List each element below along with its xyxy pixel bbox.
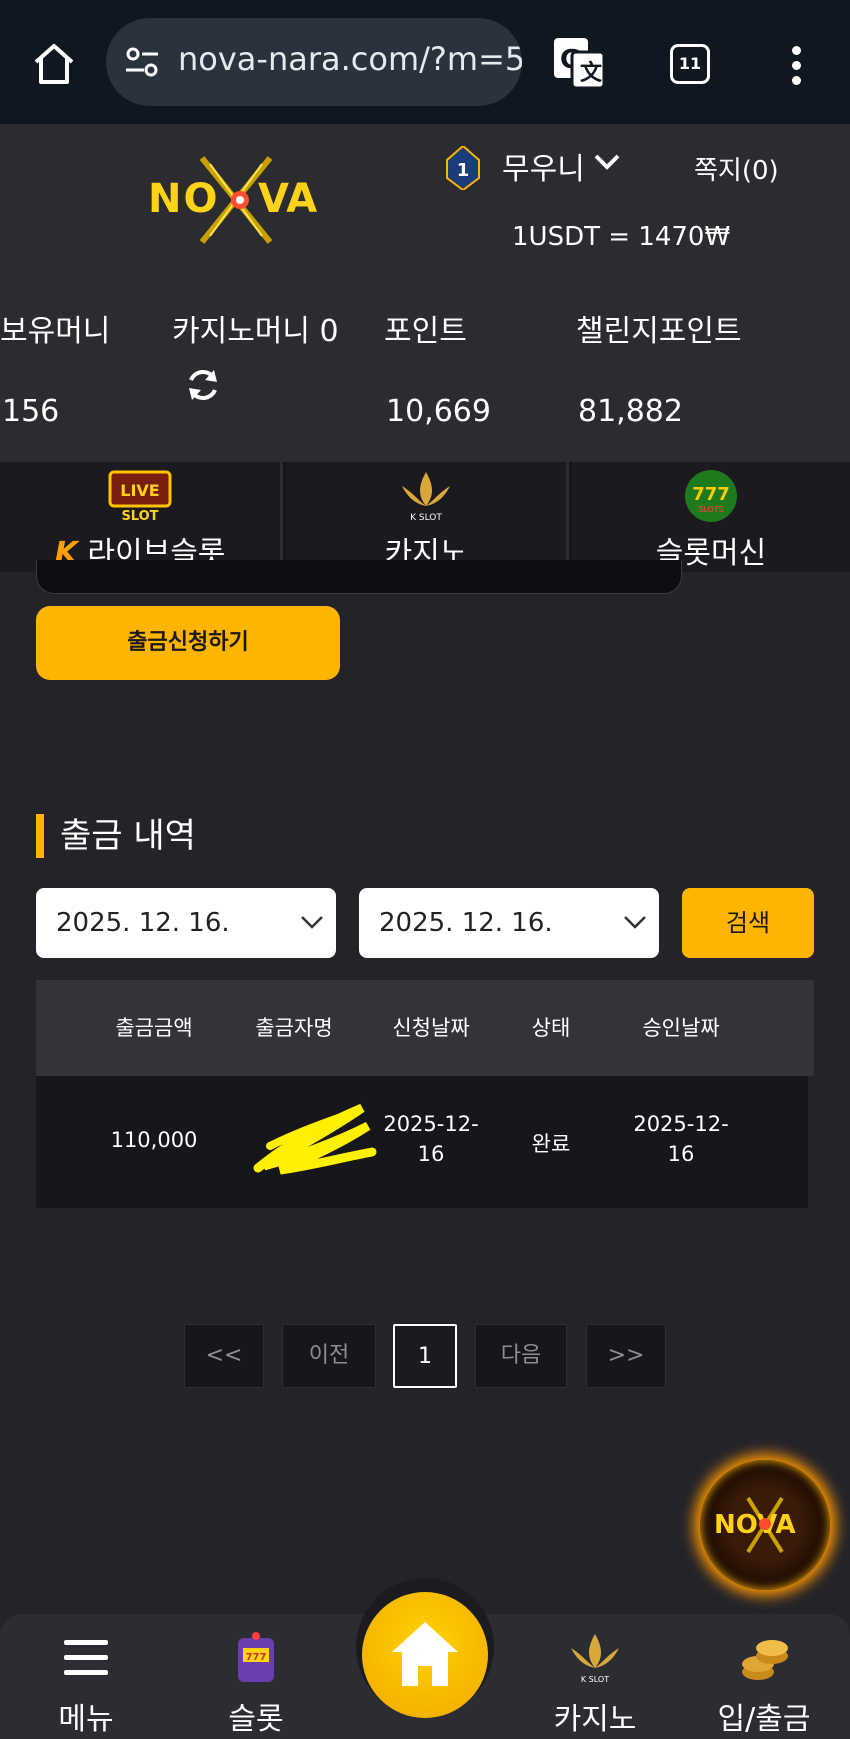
approve-date-line2: 16 [667, 1142, 695, 1166]
svg-text:K SLOT: K SLOT [410, 513, 442, 523]
username[interactable]: 무우니 [502, 144, 585, 188]
approve-date-line1: 2025-12- [633, 1112, 729, 1136]
column-header: 상태 [531, 1016, 571, 1040]
coins-icon [742, 1640, 788, 1680]
date-to-select[interactable]: 2025. 12. 16. [359, 888, 659, 958]
section-title: 출금 내역 [36, 812, 196, 860]
777-slots-icon: 777 SLOTS [685, 470, 737, 522]
svg-text:VA: VA [258, 176, 317, 222]
nav-deposit-withdraw[interactable]: 입/출금 [694, 1614, 834, 1739]
pagination-current[interactable]: 1 [393, 1324, 457, 1388]
nova-logo[interactable]: NO VA [140, 150, 330, 250]
home-icon[interactable] [30, 40, 78, 88]
point-value: 10,669 [386, 394, 491, 429]
tab-live-slot[interactable]: LIVE SLOT K 라이브슬롯 [0, 462, 283, 572]
column-header: 출금금액 [115, 1016, 193, 1040]
column-header: 승인날짜 [642, 1016, 720, 1040]
tab-casino[interactable]: K SLOT 카지노 [286, 462, 569, 572]
svg-text:NO: NO [148, 176, 219, 222]
request-date-line2: 16 [417, 1142, 445, 1166]
pagination-prev[interactable]: 이전 [282, 1324, 376, 1388]
floating-logo-button[interactable]: NOVA [700, 1460, 830, 1590]
more-options-icon[interactable] [784, 42, 808, 90]
table-header: 출금금액 출금자명 신청날짜 상태 승인날짜 [36, 980, 814, 1076]
amount-cell: 110,000 [110, 1128, 198, 1152]
refresh-icon[interactable] [184, 366, 222, 404]
point-label: 포인트 [384, 314, 467, 349]
nav-slot-label: 슬롯 [228, 1702, 284, 1737]
nova-logo-icon: NOVA [714, 1496, 796, 1554]
exchange-rate: 1USDT = 1470₩ [512, 222, 731, 252]
messages-link[interactable]: 쪽지(0) [694, 150, 779, 187]
chevron-down-icon [301, 916, 323, 929]
tab-slot-machine[interactable]: 777 SLOTS 슬롯머신 [572, 462, 850, 572]
svg-text:777: 777 [246, 1652, 267, 1663]
column-header: 신청날짜 [392, 1016, 470, 1040]
svg-text:SLOT: SLOT [121, 509, 158, 524]
translate-icon[interactable]: G 文 [552, 36, 606, 90]
svg-text:文: 文 [580, 60, 603, 86]
redaction-scribble [253, 1103, 377, 1175]
approve-date-cell: 2025-12- 16 [616, 1112, 746, 1166]
column-header: 출금자명 [255, 1016, 333, 1040]
home-icon [392, 1622, 458, 1686]
k-slot-icon: K SLOT [571, 1634, 619, 1684]
url-text[interactable]: nova-nara.com/?m=5 [178, 40, 522, 78]
casino-money-label: 카지노머니 0 [172, 314, 339, 349]
chevron-down-icon [624, 916, 646, 929]
tab-switcher-button[interactable]: 11 [670, 44, 710, 84]
live-slot-icon: LIVE SLOT [108, 470, 172, 524]
request-date-line1: 2025-12- [383, 1112, 479, 1136]
date-to-value: 2025. 12. 16. [379, 908, 553, 938]
svg-text:1: 1 [457, 160, 470, 181]
k-slot-icon: K SLOT [402, 472, 450, 523]
nav-menu-label: 메뉴 [58, 1702, 114, 1737]
home-button[interactable] [362, 1592, 488, 1718]
chevron-down-icon[interactable] [592, 150, 622, 174]
nav-menu[interactable]: 메뉴 [16, 1614, 156, 1739]
nav-deposit-label: 입/출금 [717, 1702, 811, 1737]
nav-casino-label: 카지노 [553, 1702, 637, 1737]
pagination-first[interactable]: << [184, 1324, 264, 1388]
nav-casino[interactable]: K SLOT 카지노 [525, 1614, 665, 1739]
request-date-cell: 2025-12- 16 [366, 1112, 496, 1166]
pagination-next[interactable]: 다음 [475, 1324, 567, 1388]
browser-toolbar: nova-nara.com/?m=5 G 文 11 [0, 0, 850, 124]
svg-text:SLOTS: SLOTS [698, 505, 724, 514]
challenge-point-value: 81,882 [578, 394, 683, 429]
withdraw-request-button[interactable]: 출금신청하기 [36, 606, 340, 680]
game-category-bar: LIVE SLOT K 라이브슬롯 K SLOT 카지노 777 SLOTS 슬… [0, 462, 850, 572]
search-button[interactable]: 검색 [682, 888, 814, 958]
svg-text:777: 777 [692, 484, 730, 505]
table-row: 110,000 김 2025-12- 16 완료 2025-12- 16 [36, 1076, 808, 1208]
challenge-point-label: 챌린지포인트 [576, 314, 742, 349]
date-from-value: 2025. 12. 16. [56, 908, 230, 938]
svg-text:LIVE: LIVE [120, 481, 159, 500]
slot-machine-icon: 777 [238, 1632, 274, 1682]
pagination-last[interactable]: >> [586, 1324, 666, 1388]
site-settings-icon[interactable] [124, 44, 160, 80]
form-panel-bottom [36, 560, 682, 594]
nav-slot[interactable]: 777 슬롯 [186, 1614, 326, 1739]
holding-money-value: 156 [2, 394, 60, 429]
svg-text:K SLOT: K SLOT [581, 1675, 609, 1684]
hamburger-menu-icon [64, 1640, 108, 1675]
svg-text:NOVA: NOVA [714, 1510, 796, 1540]
address-bar[interactable]: nova-nara.com/?m=5 [106, 18, 522, 106]
level-badge-icon: 1 [446, 146, 480, 190]
status-cell: 완료 [531, 1132, 571, 1156]
date-from-select[interactable]: 2025. 12. 16. [36, 888, 336, 958]
holding-money-label: 보유머니 [0, 314, 111, 349]
